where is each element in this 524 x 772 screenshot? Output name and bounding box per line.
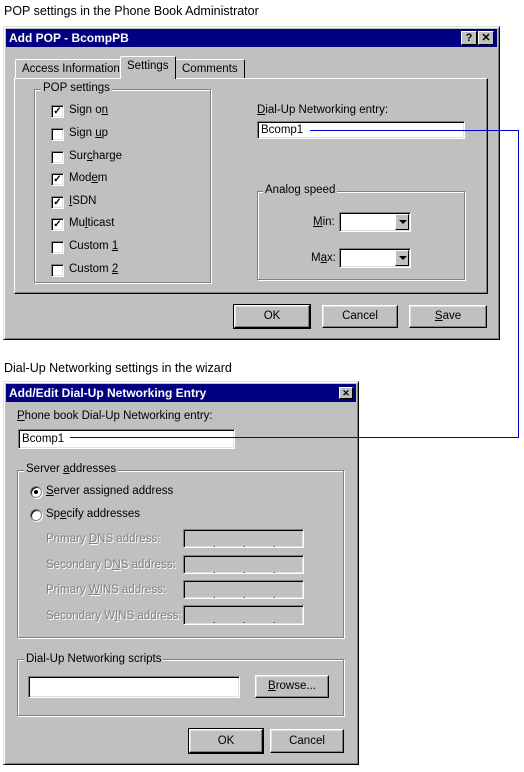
pop-settings-label: POP settings	[41, 82, 112, 94]
cancel-button[interactable]: Cancel	[270, 729, 344, 753]
checkbox-box[interactable]	[51, 128, 64, 141]
close-icon[interactable]: ✕	[478, 31, 494, 45]
checkbox-box[interactable]: ✓	[51, 218, 64, 231]
checkbox-label: Modem	[69, 172, 108, 184]
checkbox-label: Custom 2	[69, 263, 119, 275]
analog-speed-label: Analog speed	[263, 184, 338, 196]
phonebook-entry-label: Phone book Dial-Up Networking entry:	[17, 410, 213, 422]
checkbox-box[interactable]	[51, 151, 64, 164]
cancel-button[interactable]: Cancel	[322, 305, 398, 328]
dun-scripts-input[interactable]	[28, 676, 240, 698]
title-bar: Add/Edit Dial-Up Networking Entry ✕	[6, 384, 356, 402]
checkbox-box[interactable]	[51, 264, 64, 277]
checkbox-box[interactable]	[51, 241, 64, 254]
connector-line-bottom	[70, 437, 519, 438]
radio-label: Server assigned address	[46, 485, 174, 497]
checkbox-label: Surcharge	[69, 150, 123, 162]
tab-settings[interactable]: Settings	[120, 56, 176, 79]
dun-entry-label: Dial-Up Networking entry:	[257, 104, 389, 116]
settings-tab-panel: POP settings ✓ Sign on Sign up Surcharge…	[14, 78, 488, 294]
primary-wins-label: Primary WINS address:	[46, 584, 167, 596]
caption-dun-settings: Dial-Up Networking settings in the wizar…	[4, 361, 232, 375]
primary-dns-label: Primary DNS address:	[46, 533, 161, 545]
primary-wins-input: . . .	[183, 580, 304, 600]
tab-comments[interactable]: Comments	[175, 59, 245, 79]
checkbox-label: Sign up	[69, 127, 109, 139]
connector-line-top	[310, 130, 519, 131]
dialog-title: Add/Edit Dial-Up Networking Entry	[9, 386, 207, 400]
connector-line-vertical	[518, 130, 519, 438]
chevron-down-icon[interactable]	[395, 214, 409, 230]
secondary-wins-label: Secondary WINS address:	[46, 610, 182, 622]
checkbox-label: Multicast	[69, 217, 115, 229]
checkbox-label: Sign on	[69, 104, 109, 116]
dun-entry-dialog: Add/Edit Dial-Up Networking Entry ✕ Phon…	[3, 381, 359, 765]
checkbox-box[interactable]: ✓	[51, 105, 64, 118]
phonebook-entry-input[interactable]: Bcomp1	[18, 429, 235, 449]
max-speed-label: Max:	[311, 252, 336, 264]
min-speed-dropdown[interactable]	[395, 214, 409, 230]
secondary-dns-input: . . .	[183, 555, 304, 575]
checkbox-box[interactable]: ✓	[51, 173, 64, 186]
checkbox-box[interactable]: ✓	[51, 196, 64, 209]
secondary-wins-input: . . .	[183, 605, 304, 625]
checkbox-label: Custom 1	[69, 240, 119, 252]
dun-scripts-label: Dial-Up Networking scripts	[24, 653, 164, 665]
radio-button[interactable]	[30, 509, 42, 521]
help-icon[interactable]: ?	[461, 31, 477, 45]
save-button[interactable]: Save	[409, 305, 487, 328]
checkbox-label: ISDN	[69, 195, 97, 207]
primary-dns-input: . . .	[183, 529, 304, 549]
title-bar: Add POP - BcompPB ? ✕	[6, 29, 497, 47]
server-addresses-label: Server addresses	[24, 463, 119, 475]
min-speed-label: Min:	[313, 216, 335, 228]
chevron-down-icon[interactable]	[395, 250, 409, 266]
close-icon[interactable]: ✕	[339, 387, 353, 399]
caption-pop-settings: POP settings in the Phone Book Administr…	[4, 4, 259, 18]
add-pop-dialog: Add POP - BcompPB ? ✕ Access Information…	[3, 26, 500, 340]
secondary-dns-label: Secondary DNS address:	[46, 559, 176, 571]
tab-access-information[interactable]: Access Information	[15, 59, 127, 79]
radio-label: Specify addresses	[46, 508, 140, 520]
dialog-title: Add POP - BcompPB	[9, 31, 129, 45]
browse-button[interactable]: Browse...	[255, 675, 329, 698]
max-speed-dropdown[interactable]	[395, 250, 409, 266]
radio-button[interactable]	[30, 486, 42, 498]
ok-button[interactable]: OK	[233, 304, 311, 329]
ok-button[interactable]: OK	[188, 728, 264, 754]
